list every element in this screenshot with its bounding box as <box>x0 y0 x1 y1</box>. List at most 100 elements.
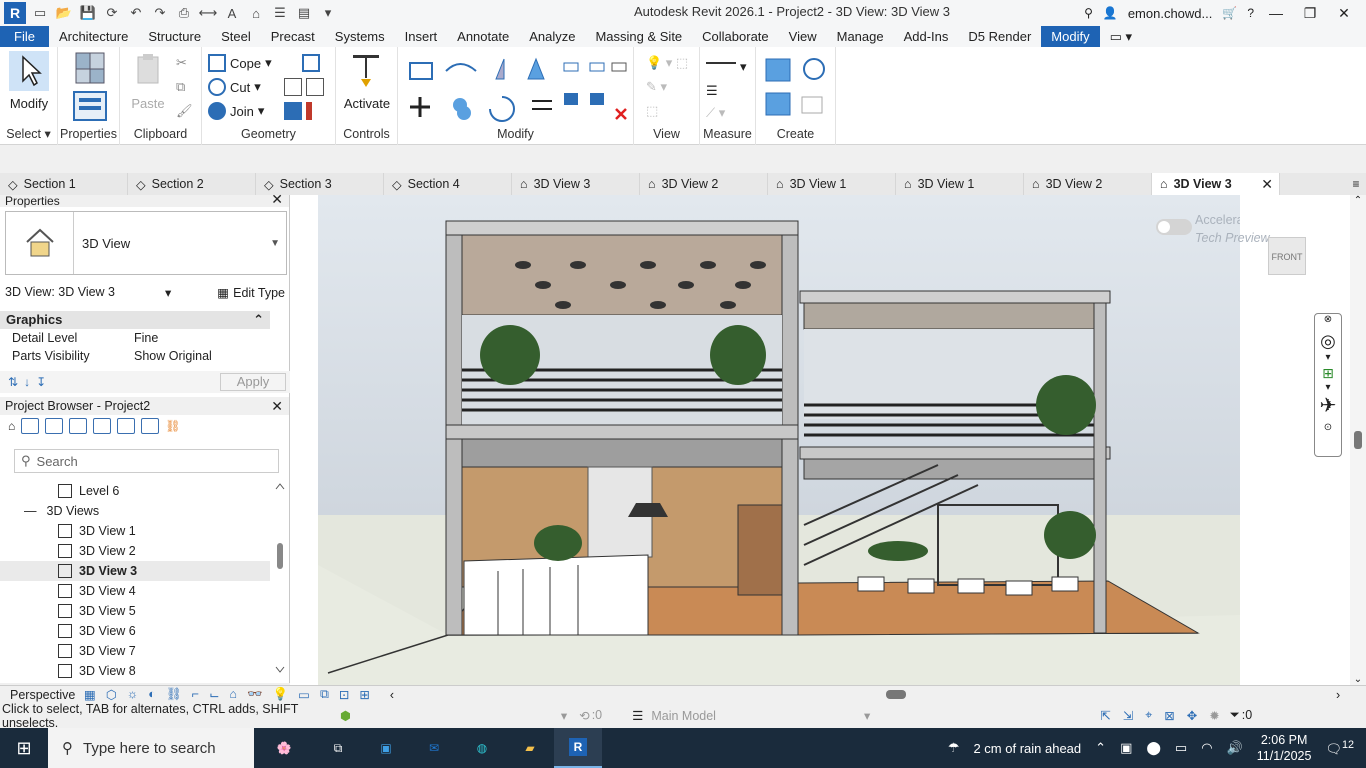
measure-icon[interactable]: ⟷ <box>198 3 218 23</box>
close-view-tab-button[interactable]: ✕ <box>1261 176 1273 193</box>
viewport-vertical-scrollbar[interactable]: ⌃ ⌄ <box>1350 195 1366 685</box>
wheel-dropdown-icon[interactable]: ▾ <box>1315 352 1341 363</box>
revit-logo-icon[interactable]: R <box>4 2 26 24</box>
tab-annotate[interactable]: Annotate <box>447 26 519 47</box>
tree-item-3d-view-5[interactable]: 3D View 5 <box>0 601 270 621</box>
highlight-displacement-icon[interactable]: ⊡ <box>339 687 349 702</box>
zoom-dropdown-icon[interactable]: ▾ <box>1315 382 1341 393</box>
security-icon[interactable]: ⬤ <box>1146 740 1161 756</box>
tab-view[interactable]: View <box>779 26 827 47</box>
ribbon-minimize-toggle[interactable]: ▭ ▾ <box>1100 26 1142 47</box>
minimize-button[interactable]: — <box>1264 5 1288 21</box>
meet-now-icon[interactable]: ▣ <box>1120 740 1132 756</box>
views-filter-icon[interactable] <box>21 418 40 434</box>
fly-icon[interactable]: ✈ <box>1315 393 1341 418</box>
tab-insert[interactable]: Insert <box>395 26 448 47</box>
tab-structure[interactable]: Structure <box>138 26 211 47</box>
crop-view-icon[interactable]: ⌐ <box>192 687 199 702</box>
filter-count[interactable]: ⏷:0 <box>1230 708 1252 723</box>
render-icon[interactable]: ⛓ <box>166 687 182 702</box>
customize-qat-icon[interactable]: ▾ <box>318 3 338 23</box>
tab-modify[interactable]: Modify <box>1041 26 1100 47</box>
redo-icon[interactable]: ↷ <box>150 3 170 23</box>
type-selector[interactable]: 3D View ▼ <box>5 211 287 275</box>
wall-joins-button[interactable] <box>302 54 320 72</box>
model-dropdown-icon[interactable]: ▾ <box>864 708 870 723</box>
notification-center-icon[interactable]: 🗨12 <box>1325 739 1354 757</box>
paste-button[interactable]: Paste <box>126 51 170 111</box>
restore-button[interactable]: ❐ <box>1298 5 1322 22</box>
cut-geometry-button[interactable]: Cut ▾ <box>208 78 261 96</box>
cart-icon[interactable]: 🛒 <box>1222 6 1237 20</box>
weather-text[interactable]: 2 cm of rain ahead <box>973 741 1081 756</box>
cut-to-clipboard-button[interactable]: ✂ <box>176 55 187 71</box>
activate-button[interactable]: Activate <box>342 51 392 111</box>
building-model-render[interactable] <box>318 195 1240 685</box>
tab-steel[interactable]: Steel <box>211 26 261 47</box>
browser-scrollbar[interactable] <box>275 483 285 673</box>
tree-item-3d-view-7[interactable]: 3D View 7 <box>0 641 270 661</box>
thin-lines-icon[interactable]: ☰ <box>270 3 290 23</box>
outlook-icon[interactable]: ✉ <box>410 728 458 768</box>
scroll-up-icon[interactable]: ⌃ <box>1350 195 1366 206</box>
visual-style-icon[interactable]: ▦ <box>84 687 96 702</box>
override-graphics-button[interactable]: ✎ ▾ <box>646 79 667 95</box>
default-3d-icon[interactable]: ⌂ <box>246 3 266 23</box>
view-tab-3d-view-2[interactable]: ⌂ 3D View 2 <box>640 173 768 195</box>
tab-d5-render[interactable]: D5 Render <box>958 26 1041 47</box>
sun-path-icon[interactable]: ☼ <box>127 687 138 702</box>
link-icon[interactable]: ⛓ <box>165 419 180 433</box>
tab-architecture[interactable]: Architecture <box>49 26 138 47</box>
home-icon[interactable]: ▭ <box>30 3 50 23</box>
clock[interactable]: 2:06 PM 11/1/2025 <box>1257 732 1312 764</box>
view-tab-section-1[interactable]: ◇ Section 1 <box>0 173 128 195</box>
tab-analyze[interactable]: Analyze <box>519 26 585 47</box>
close-button[interactable]: ✕ <box>1332 5 1356 22</box>
revit-links-filter-icon[interactable] <box>141 418 160 434</box>
instance-selector[interactable]: 3D View: 3D View 3 <box>5 285 115 300</box>
cube-icon[interactable]: ⬡ <box>106 687 117 702</box>
tab-precast[interactable]: Precast <box>261 26 325 47</box>
wifi-icon[interactable]: ◠ <box>1201 740 1212 756</box>
home-icon[interactable]: ⌂ <box>8 419 15 433</box>
print-icon[interactable]: ⎙ <box>174 3 194 23</box>
worksets-dropdown-icon[interactable]: ▾ <box>561 708 567 723</box>
sync-icon[interactable]: ⟳ <box>102 3 122 23</box>
schedules-filter-icon[interactable] <box>69 418 88 434</box>
text-icon[interactable]: A <box>222 3 242 23</box>
analytical-model-icon[interactable]: ⧉ <box>320 687 329 702</box>
sort-descending-icon[interactable]: ↧ <box>36 375 46 389</box>
properties-button[interactable] <box>70 91 110 124</box>
volume-icon[interactable]: 🔊 <box>1227 740 1243 756</box>
view-tab-3d-view-1b[interactable]: ⌂ 3D View 1 <box>896 173 1024 195</box>
sort-icon[interactable]: ⇅ <box>8 375 18 389</box>
file-explorer-icon[interactable]: ▰ <box>506 728 554 768</box>
user-name[interactable]: emon.chowd... <box>1128 6 1213 21</box>
aligned-dimension-button[interactable]: ☰ <box>706 83 718 99</box>
hscroll-right-icon[interactable]: › <box>1336 688 1340 702</box>
split-face-button[interactable] <box>284 78 324 96</box>
instance-dropdown-icon[interactable]: ▾ <box>165 285 171 300</box>
hide-in-view-button[interactable]: 💡 ▾ ⬚ <box>646 55 688 71</box>
undo-icon[interactable]: ↶ <box>126 3 146 23</box>
close-properties-button[interactable]: ✕ <box>271 192 283 206</box>
tree-item-3d-view-2[interactable]: 3D View 2 <box>0 541 270 561</box>
viewcube[interactable]: FRONT <box>1268 237 1306 275</box>
edge-icon[interactable]: ◍ <box>458 728 506 768</box>
select-underlay-icon[interactable]: ⇲ <box>1123 708 1133 723</box>
select-panel-label[interactable]: Select ▾ <box>0 126 57 141</box>
tab-collaborate[interactable]: Collaborate <box>692 26 779 47</box>
scroll-thumb[interactable] <box>1354 431 1362 449</box>
user-icon[interactable]: 👤 <box>1103 6 1118 20</box>
editable-only-indicator[interactable]: ⟲:0 <box>579 708 602 723</box>
tab-massing-site[interactable]: Massing & Site <box>585 26 692 47</box>
tree-item-3d-view-4[interactable]: 3D View 4 <box>0 581 270 601</box>
unlock-3d-icon[interactable]: ⌂ <box>229 687 237 702</box>
tree-item-3d-view-6[interactable]: 3D View 6 <box>0 621 270 641</box>
accelerated-graphics-toggle[interactable] <box>1156 219 1192 235</box>
graphics-group-header[interactable]: Graphics ⌃ <box>0 311 270 329</box>
match-type-button[interactable]: 🖌 <box>176 103 193 119</box>
search-highlight-icon[interactable]: 🌸 <box>254 728 314 768</box>
open-icon[interactable]: 📂 <box>54 3 74 23</box>
battery-icon[interactable]: ▭ <box>1175 740 1187 756</box>
